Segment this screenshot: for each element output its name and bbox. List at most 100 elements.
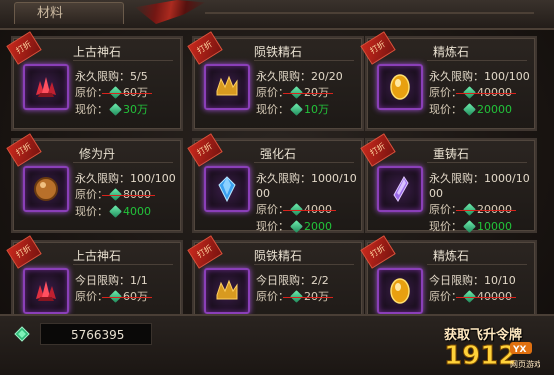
price-now: 10000	[477, 220, 512, 233]
jade-icon	[109, 290, 122, 303]
item-slot[interactable]	[23, 64, 69, 110]
svg-text:YX: YX	[512, 345, 527, 355]
price-now: 4000	[123, 205, 151, 218]
price-now-row: 现价： 10万	[256, 101, 358, 118]
price-orig: 60万	[123, 86, 148, 99]
divider	[427, 162, 527, 163]
divider	[205, 12, 534, 14]
divider	[73, 162, 173, 163]
divider	[254, 162, 354, 163]
purchase-limit: 今日限购：1/1	[75, 274, 148, 287]
price-now: 10万	[304, 103, 329, 116]
divider	[254, 60, 354, 61]
item-slot[interactable]	[204, 64, 250, 110]
item-info: 永久限购：100/100 原价： 40000 现价： 20000	[429, 69, 531, 118]
jade-icon	[109, 205, 122, 218]
item-name: 强化石	[259, 147, 296, 161]
strikethrough: 40000	[456, 85, 516, 100]
price-orig: 20万	[304, 290, 329, 303]
item-name: 陨铁精石	[253, 45, 302, 59]
item-slot[interactable]	[204, 268, 250, 314]
item-slot[interactable]	[377, 64, 423, 110]
item-info: 今日限购：10/10 原价： 40000	[429, 273, 531, 305]
bronze-pill-icon	[34, 177, 58, 201]
purple-crystal-icon	[393, 176, 409, 202]
price-now-label: 现价：	[75, 205, 108, 218]
item-card[interactable]: 打折 精炼石 永久限购：100/100 原价： 40000 现价： 20000	[360, 31, 537, 131]
price-now-label: 现价：	[429, 103, 462, 116]
price-now-row: 现价： 30万	[75, 101, 177, 118]
amber-stone-icon	[390, 278, 410, 304]
item-name: 上古神石	[72, 249, 121, 263]
promo-button[interactable]: 获取飞升令牌 1912 YX 网页游戏	[440, 320, 548, 372]
item-name: 陨铁精石	[253, 249, 302, 263]
price-orig: 8000	[123, 188, 151, 201]
divider	[254, 264, 354, 265]
item-name: 重铸石	[432, 147, 469, 161]
purchase-limit: 永久限购：1000/1000	[429, 172, 530, 200]
tab-materials[interactable]: 材料	[14, 2, 124, 24]
item-slot[interactable]	[23, 268, 69, 314]
price-orig: 40000	[477, 290, 512, 303]
strikethrough: 60万	[102, 289, 152, 304]
divider	[73, 60, 173, 61]
footer-bar: 5766395 获取飞升令牌 1912 YX 网页游戏	[0, 314, 554, 375]
item-info: 今日限购：1/1 原价： 60万	[75, 273, 177, 305]
item-info: 永久限购：1000/1000 原价： 4000 现价： 2000	[256, 171, 358, 235]
strikethrough: 8000	[102, 187, 155, 202]
item-slot[interactable]	[204, 166, 250, 212]
price-now-row: 现价： 20000	[429, 101, 531, 118]
strikethrough: 20万	[283, 85, 333, 100]
shop-panel: 材料 打折 上古神石 永久限购：5/5 原价： 60万 现价： 30万 打折 陨铁精石 永久限购：…	[0, 0, 554, 375]
jade-icon	[14, 326, 30, 342]
price-orig: 4000	[304, 203, 332, 216]
blue-crystal-icon	[218, 176, 236, 203]
red-crystal-icon	[36, 281, 56, 301]
price-now-label: 现价：	[256, 220, 289, 233]
purchase-limit: 今日限购：10/10	[429, 274, 516, 287]
purchase-limit: 永久限购：5/5	[75, 70, 148, 83]
item-info: 永久限购：100/100 原价： 8000 现价： 4000	[75, 171, 177, 220]
jade-icon	[290, 103, 303, 116]
price-orig-row: 原价： 60万	[75, 84, 177, 101]
price-now-label: 现价：	[75, 103, 108, 116]
strikethrough: 40000	[456, 289, 516, 304]
price-now-label: 现价：	[429, 220, 462, 233]
item-card[interactable]: 打折 重铸石 永久限购：1000/1000 原价： 20000 现价： 10000	[360, 133, 537, 235]
price-orig-row: 原价： 60万	[75, 288, 177, 305]
price-orig-row: 原价： 40000	[429, 84, 531, 101]
purchase-limit: 今日限购：2/2	[256, 274, 329, 287]
price-now-label: 现价：	[256, 103, 289, 116]
header-bar: 材料	[0, 0, 554, 30]
price-orig-row: 原价： 20万	[256, 84, 358, 101]
jade-icon	[109, 103, 122, 116]
item-slot[interactable]	[377, 268, 423, 314]
item-card[interactable]: 打折 强化石 永久限购：1000/1000 原价： 4000 现价： 2000	[187, 133, 364, 235]
price-orig-row: 原价： 20万	[256, 288, 358, 305]
gold-ore-icon	[216, 279, 238, 300]
price-orig: 20万	[304, 86, 329, 99]
strikethrough: 4000	[283, 202, 336, 217]
1912-logo-icon: 1912 YX 网页游戏	[444, 341, 540, 371]
item-card[interactable]: 打折 陨铁精石 永久限购：20/20 原价： 20万 现价： 10万	[187, 31, 364, 131]
price-orig-row: 原价： 8000	[75, 186, 177, 203]
price-orig-row: 原价： 20000	[429, 201, 531, 218]
jade-icon	[463, 103, 476, 116]
item-name: 上古神石	[72, 45, 121, 59]
item-name: 修为丹	[78, 147, 115, 161]
item-info: 今日限购：2/2 原价： 20万	[256, 273, 358, 305]
price-now-row: 现价： 10000	[429, 218, 531, 235]
item-slot[interactable]	[23, 166, 69, 212]
item-slot[interactable]	[377, 166, 423, 212]
purchase-limit: 永久限购：1000/1000	[256, 172, 357, 200]
jade-icon	[290, 86, 303, 99]
purchase-limit: 永久限购：100/100	[75, 172, 176, 185]
item-card[interactable]: 打折 修为丹 永久限购：100/100 原价： 8000 现价： 4000	[6, 133, 183, 233]
gold-ore-icon	[216, 75, 238, 96]
item-info: 永久限购：20/20 原价： 20万 现价： 10万	[256, 69, 358, 118]
dragon-ornament	[135, 0, 205, 24]
divider	[427, 60, 527, 61]
jade-icon	[463, 220, 476, 233]
item-name: 精炼石	[432, 249, 469, 263]
item-card[interactable]: 打折 上古神石 永久限购：5/5 原价： 60万 现价： 30万	[6, 31, 183, 131]
